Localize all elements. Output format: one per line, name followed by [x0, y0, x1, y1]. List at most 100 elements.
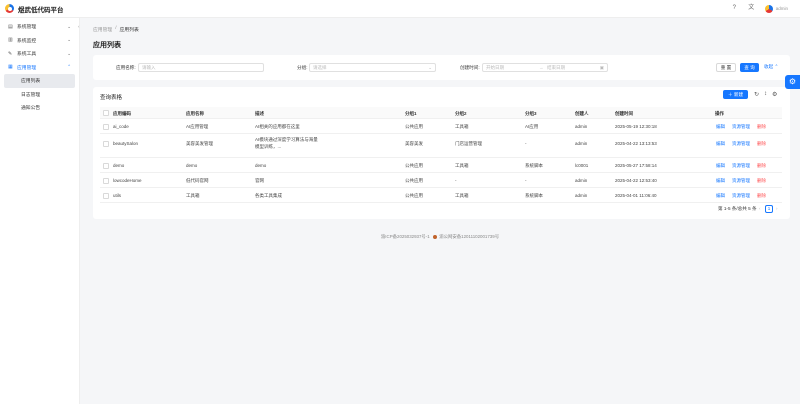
column-header[interactable]: 分组1 [405, 111, 417, 117]
select-all-checkbox[interactable] [103, 110, 109, 116]
row-checkbox[interactable] [103, 141, 109, 147]
cell-group3: AI应用 [525, 123, 539, 129]
delete-link[interactable]: 删除 [757, 141, 766, 147]
edit-link[interactable]: 编辑 [716, 124, 725, 130]
chevron-down-icon: ⌄ [67, 23, 71, 29]
reset-button[interactable]: 重 置 [716, 62, 736, 72]
refresh-icon[interactable]: ↻ [754, 91, 759, 98]
cell-creator: lc0001 [575, 162, 589, 168]
cell-time: 2025-05-27 17:58:14 [615, 162, 657, 168]
apps-icon: ▦ [8, 64, 13, 71]
collapse-button[interactable]: 收起 ⌃ [764, 64, 778, 70]
calendar-icon: ▣ [599, 64, 604, 70]
police-badge-icon [432, 234, 437, 239]
delete-link[interactable]: 删除 [757, 193, 766, 199]
cell-group2: 工具箱 [455, 123, 469, 129]
resource-manage-link[interactable]: 资源管理 [732, 163, 750, 169]
app-title: 煜武低代码平台 [18, 6, 64, 14]
floating-settings-button[interactable]: ⚙ [785, 75, 800, 89]
sidebar-subitem-app-list[interactable]: 应用列表 [4, 74, 75, 88]
density-icon[interactable]: ↕ [764, 91, 767, 98]
edit-link[interactable]: 编辑 [716, 141, 725, 147]
column-header[interactable]: 应用编码 [113, 111, 131, 117]
table-row: lowcodeHome 低代码官网 官网 公共应用 - - admin 2025… [100, 173, 782, 188]
row-checkbox[interactable] [103, 162, 109, 169]
pagination-current-page[interactable]: 1 [765, 204, 773, 213]
cell-time: 2025-04-22 12:53:40 [615, 177, 657, 183]
table-row: demo demo demo 公共应用 工具箱 系统脚本 lc0001 2025… [100, 158, 782, 173]
cell-group1: 公共应用 [405, 162, 423, 168]
sidebar-collapse-icon[interactable]: ‹ [78, 24, 80, 29]
chevron-down-icon: ⌄ [67, 37, 71, 43]
cell-group1: 美容美发 [405, 141, 423, 146]
translate-icon[interactable]: 文 [748, 5, 755, 12]
cell-name: 低代码官网 [186, 177, 209, 183]
row-checkbox[interactable] [103, 192, 109, 199]
sidebar-item-tools[interactable]: ✎ 系统工具 ⌄ [0, 47, 79, 61]
wrench-icon: ✎ [8, 50, 13, 57]
group-label: 分组: [297, 65, 308, 70]
sidebar-item-label: 系统工具 [17, 52, 37, 58]
group-select[interactable]: 请选择 ⌄ [309, 62, 436, 72]
delete-link[interactable]: 删除 [757, 163, 766, 169]
cell-group1: 公共应用 [405, 192, 423, 198]
sidebar-subitem-notices[interactable]: 通知公告 [4, 101, 75, 115]
new-button[interactable]: ＋ 新建 [723, 90, 748, 99]
breadcrumb-parent[interactable]: 应用管理 [93, 26, 112, 33]
breadcrumb-current: 应用列表 [119, 28, 139, 33]
cell-group3: - [525, 141, 527, 146]
user-menu[interactable]: admin [764, 4, 788, 13]
table-row: beautySalon 美容美发管理 AI模块通过深度学习算法与海量 模型训练，… [100, 134, 782, 158]
police-link[interactable]: 渝公网安备12011102001739号 [439, 234, 499, 239]
sidebar-item-label: 系统管理 [17, 25, 37, 31]
create-time-label: 创建时间: [460, 65, 480, 70]
resource-manage-link[interactable]: 资源管理 [732, 141, 750, 147]
help-icon[interactable]: ? [731, 5, 738, 12]
sidebar: ▤ 系统管理 ⌄ ▥ 系统监控 ⌄ ✎ 系统工具 ⌄ ▦ 应用管理 ⌃ 应用列表… [0, 18, 80, 404]
column-header[interactable]: 应用名称 [186, 111, 204, 117]
delete-link[interactable]: 删除 [757, 178, 766, 184]
table-title: 查询表格 [100, 95, 123, 101]
settings-icon[interactable]: ⚙ [772, 91, 777, 98]
query-button[interactable]: 查 询 [740, 62, 759, 72]
cell-code: demo [113, 162, 125, 168]
column-header: 操作 [715, 111, 724, 116]
cell-code: beautySalon [113, 141, 139, 146]
delete-link[interactable]: 删除 [757, 124, 766, 130]
chevron-right-icon[interactable]: › [776, 206, 778, 211]
sidebar-subitem-logs[interactable]: 日志管理 [4, 88, 75, 102]
app-name-input[interactable]: 请输入 [138, 62, 264, 72]
chevron-down-icon: ⌄ [428, 64, 432, 70]
row-checkbox[interactable] [103, 177, 109, 184]
footer: 渝ICP备2025032937号-1 渝公网安备12011102001739号 [80, 234, 800, 240]
chevron-left-icon[interactable]: ‹ [759, 206, 761, 211]
cell-desc-line2: 模型训练，... [255, 144, 282, 149]
table-row: ai_code AI应用管理 AI相关的应用都在这里 公共应用 工具箱 AI应用… [100, 119, 782, 134]
column-header[interactable]: 分组3 [525, 111, 537, 117]
sidebar-item-monitor[interactable]: ▥ 系统监控 ⌄ [0, 34, 79, 48]
cell-group3: 系统脚本 [525, 162, 543, 168]
table-panel: 查询表格 ＋ 新建 ↻ ↕ ⚙ 应用编码 应用名称 描述 分组1 分组2 分组3… [93, 87, 790, 219]
edit-link[interactable]: 编辑 [716, 163, 725, 169]
cell-creator: admin [575, 123, 588, 129]
icp-link[interactable]: 渝ICP备2025032937号-1 [381, 234, 430, 239]
cell-group2: 工具箱 [455, 162, 469, 168]
resource-manage-link[interactable]: 资源管理 [732, 178, 750, 184]
row-checkbox[interactable] [103, 123, 109, 130]
column-header[interactable]: 创建时间 [615, 111, 633, 117]
resource-manage-link[interactable]: 资源管理 [732, 124, 750, 130]
edit-link[interactable]: 编辑 [716, 193, 725, 199]
sidebar-item-apps[interactable]: ▦ 应用管理 ⌃ [0, 61, 79, 75]
sidebar-item-system[interactable]: ▤ 系统管理 ⌄ [0, 20, 79, 34]
column-header[interactable]: 分组2 [455, 111, 467, 117]
cell-desc: 官网 [255, 177, 264, 183]
column-header[interactable]: 描述 [255, 111, 264, 117]
edit-link[interactable]: 编辑 [716, 178, 725, 184]
cell-group2: - [455, 177, 457, 183]
top-header: 煜武低代码平台 ? 文 admin [0, 0, 800, 18]
resource-manage-link[interactable]: 资源管理 [732, 193, 750, 199]
cell-creator: admin [575, 177, 588, 183]
logo-icon [5, 4, 14, 13]
date-range-picker[interactable]: 开始日期 → 结束日期 ▣ [482, 62, 608, 72]
cell-code: lowcodeHome [113, 177, 142, 183]
